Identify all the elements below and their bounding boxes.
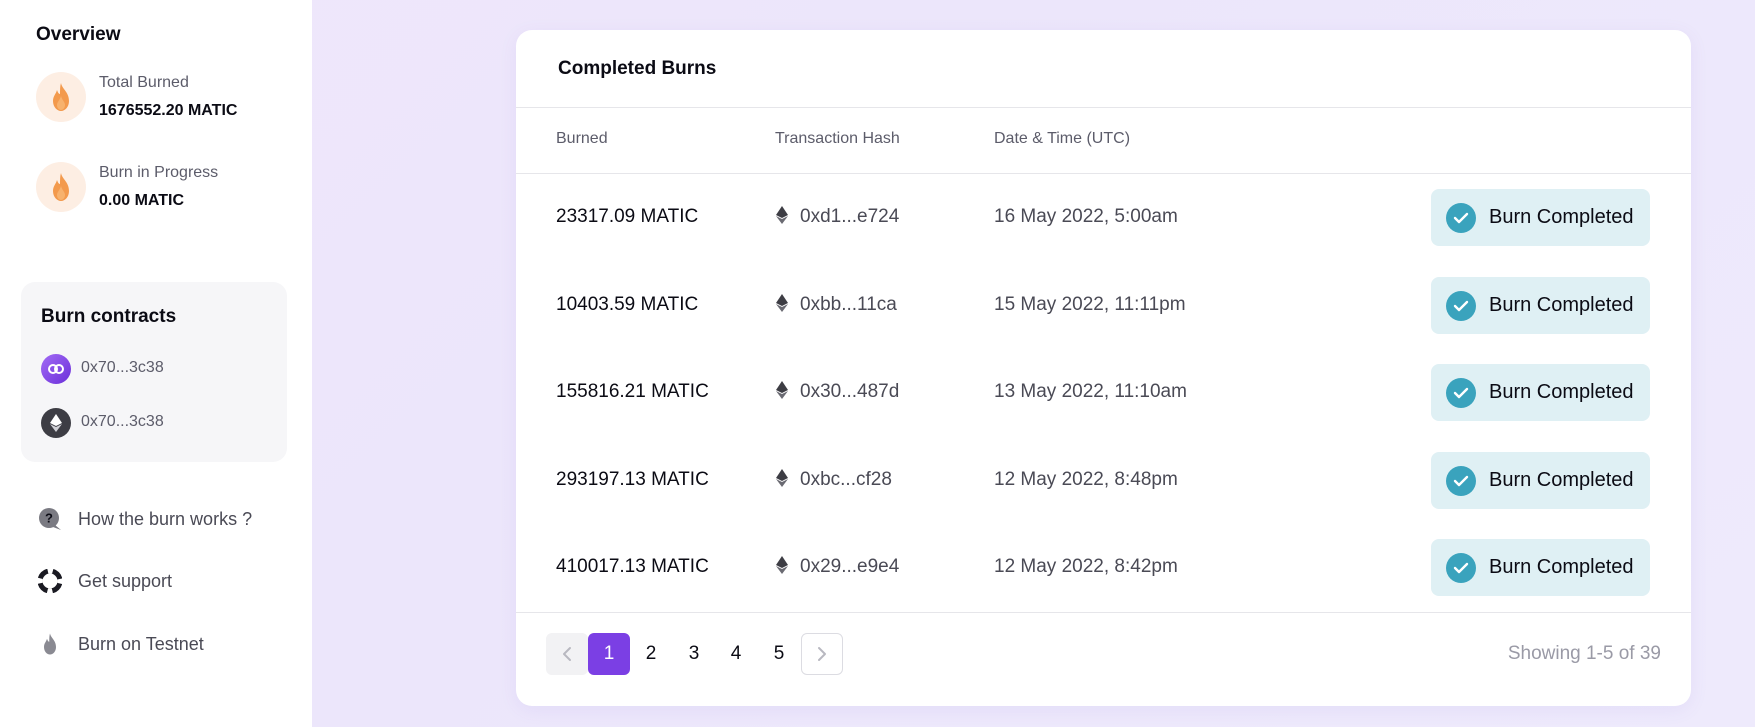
burn-date: 13 May 2022, 11:10am: [994, 381, 1187, 402]
flame-icon: [38, 632, 62, 656]
check-icon: [1446, 552, 1476, 583]
completed-burns-card: Completed Burns Burned Transaction Hash …: [516, 30, 1691, 706]
table-row: 23317.09 MATIC 0xd1...e724 16 May 2022, …: [516, 174, 1691, 262]
burned-amount: 293197.13 MATIC: [556, 469, 709, 490]
transaction-hash: 0xbc...cf28: [800, 469, 892, 490]
burn-date: 12 May 2022, 8:42pm: [994, 556, 1178, 577]
stat-value: 0.00 MATIC: [99, 192, 185, 209]
chevron-right-icon: [818, 647, 826, 661]
page-button-5[interactable]: 5: [758, 633, 800, 675]
table-row: 155816.21 MATIC 0x30...487d 13 May 2022,…: [516, 349, 1691, 437]
page-button-2[interactable]: 2: [630, 633, 672, 675]
stat-total-burned: Total Burned 1676552.20 MATIC: [36, 72, 306, 128]
table-row: 410017.13 MATIC 0x29...e9e4 12 May 2022,…: [516, 524, 1691, 612]
ethereum-icon: [776, 294, 790, 318]
ethereum-icon: [776, 381, 790, 405]
burn-contracts-title: Burn contracts: [41, 306, 177, 327]
column-header-burned: Burned: [556, 130, 608, 147]
burned-amount: 10403.59 MATIC: [556, 294, 699, 315]
contract-row-polygon[interactable]: 0x70...3c38: [41, 354, 271, 384]
footer-divider: [516, 612, 1691, 613]
transaction-hash-link[interactable]: 0x30...487d: [776, 381, 899, 405]
status-label: Burn Completed: [1489, 469, 1634, 491]
ethereum-icon: [41, 408, 71, 438]
nav-label: Burn on Testnet: [78, 634, 204, 654]
burn-date: 15 May 2022, 11:11pm: [994, 294, 1186, 315]
check-icon: [1446, 377, 1476, 408]
transaction-hash-link[interactable]: 0x29...e9e4: [776, 556, 899, 580]
next-page-button[interactable]: [801, 633, 843, 675]
pagination-summary: Showing 1-5 of 39: [1507, 643, 1661, 664]
transaction-hash: 0xbb...11ca: [800, 294, 897, 315]
status-badge: Burn Completed: [1431, 364, 1650, 421]
stat-burn-in-progress: Burn in Progress 0.00 MATIC: [36, 162, 306, 218]
header-divider: [516, 107, 1691, 108]
check-icon: [1446, 202, 1476, 233]
flame-icon: [36, 72, 86, 122]
burn-contracts-panel: Burn contracts 0x70...3c38 0x70...3c38: [21, 282, 287, 462]
card-title: Completed Burns: [558, 58, 717, 79]
nav-label: Get support: [78, 571, 173, 591]
burned-amount: 23317.09 MATIC: [556, 206, 699, 227]
contract-address: 0x70...3c38: [81, 359, 164, 376]
status-badge: Burn Completed: [1431, 452, 1650, 509]
status-label: Burn Completed: [1489, 294, 1634, 316]
transaction-hash: 0xd1...e724: [800, 206, 900, 227]
burn-date: 12 May 2022, 8:48pm: [994, 469, 1178, 490]
nav-how-burn-works[interactable]: ? How the burn works ?: [38, 505, 298, 533]
svg-text:?: ?: [45, 511, 53, 526]
overview-title: Overview: [36, 24, 121, 45]
polygon-icon: [41, 354, 71, 384]
contract-row-ethereum[interactable]: 0x70...3c38: [41, 408, 271, 438]
status-label: Burn Completed: [1489, 206, 1634, 228]
lifebuoy-icon: [38, 569, 62, 593]
sidebar: Overview Total Burned 1676552.20 MATIC B…: [0, 0, 312, 727]
transaction-hash: 0x29...e9e4: [800, 556, 900, 577]
nav-label: How the burn works ?: [78, 509, 253, 529]
status-badge: Burn Completed: [1431, 539, 1650, 596]
transaction-hash: 0x30...487d: [800, 381, 900, 402]
stat-label: Burn in Progress: [99, 164, 219, 181]
help-bubble-icon: ?: [38, 507, 62, 531]
transaction-hash-link[interactable]: 0xbc...cf28: [776, 469, 892, 493]
check-icon: [1446, 465, 1476, 496]
status-label: Burn Completed: [1489, 381, 1634, 403]
ethereum-icon: [776, 556, 790, 580]
check-icon: [1446, 290, 1476, 321]
burned-amount: 410017.13 MATIC: [556, 556, 709, 577]
transaction-hash-link[interactable]: 0xd1...e724: [776, 206, 899, 230]
status-badge: Burn Completed: [1431, 189, 1650, 246]
column-header-date-time: Date & Time (UTC): [994, 130, 1131, 147]
burn-date: 16 May 2022, 5:00am: [994, 206, 1178, 227]
page-button-4[interactable]: 4: [715, 633, 757, 675]
page-button-1[interactable]: 1: [588, 633, 630, 675]
page-button-3[interactable]: 3: [673, 633, 715, 675]
contract-address: 0x70...3c38: [81, 413, 164, 430]
nav-burn-on-testnet[interactable]: Burn on Testnet: [38, 630, 298, 658]
status-label: Burn Completed: [1489, 556, 1634, 578]
table-row: 10403.59 MATIC 0xbb...11ca 15 May 2022, …: [516, 262, 1691, 350]
ethereum-icon: [776, 469, 790, 493]
previous-page-button[interactable]: [546, 633, 588, 675]
ethereum-icon: [776, 206, 790, 230]
flame-icon: [36, 162, 86, 212]
stat-value: 1676552.20 MATIC: [99, 102, 238, 119]
chevron-left-icon: [563, 647, 571, 661]
column-header-transaction-hash: Transaction Hash: [775, 130, 900, 147]
transaction-hash-link[interactable]: 0xbb...11ca: [776, 294, 897, 318]
stat-label: Total Burned: [99, 74, 189, 91]
nav-get-support[interactable]: Get support: [38, 567, 298, 595]
table-row: 293197.13 MATIC 0xbc...cf28 12 May 2022,…: [516, 437, 1691, 525]
burned-amount: 155816.21 MATIC: [556, 381, 709, 402]
status-badge: Burn Completed: [1431, 277, 1650, 334]
